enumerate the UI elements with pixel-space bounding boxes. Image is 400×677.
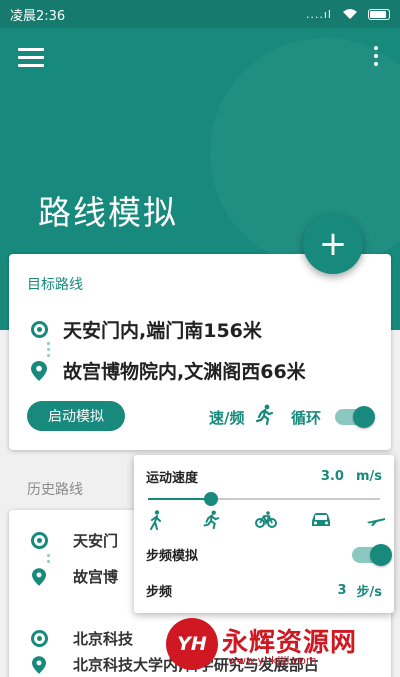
- status-time: 凌晨2:36: [10, 8, 66, 24]
- more-options-icon[interactable]: [370, 46, 382, 70]
- speed-slider[interactable]: [148, 492, 380, 506]
- running-man-icon[interactable]: [253, 404, 275, 426]
- location-pin-icon: [32, 655, 46, 674]
- loop-label: 循环: [291, 409, 322, 427]
- steps-value: 3: [337, 583, 347, 598]
- speed-settings-popup: 运动速度 3.0 m/s 步频模拟 步频 3 步/s: [134, 455, 394, 613]
- slider-fill: [148, 498, 211, 500]
- start-simulation-button[interactable]: 启动模拟: [27, 401, 125, 431]
- step-frequency-toggle[interactable]: [352, 544, 392, 566]
- location-pin-icon: [31, 360, 47, 381]
- run-icon[interactable]: [199, 509, 223, 531]
- status-bar: 凌晨2:36 ....ıl: [0, 0, 400, 28]
- slider-knob[interactable]: [203, 492, 218, 506]
- route-start-text: 天安门内,端门南156米: [63, 320, 262, 342]
- add-route-button[interactable]: +: [303, 214, 363, 274]
- watermark-logo: YH: [166, 618, 218, 670]
- wifi-icon: [343, 9, 357, 19]
- target-route-label: 目标路线: [27, 277, 83, 293]
- history-start-text: 北京科技: [73, 630, 134, 648]
- start-point-icon: [30, 321, 48, 338]
- page-title: 路线模拟: [38, 193, 178, 232]
- bike-icon[interactable]: [254, 509, 278, 531]
- start-point-icon: [30, 630, 48, 647]
- signal-icon: ....ıl: [305, 7, 332, 21]
- car-icon[interactable]: [309, 509, 333, 531]
- steps-row: 步频 3 步/s: [146, 581, 382, 600]
- watermark-url: www.yhkjljl.com: [228, 654, 317, 667]
- battery-icon: [368, 8, 390, 20]
- menu-icon[interactable]: [18, 48, 44, 68]
- speed-unit: m/s: [355, 469, 382, 484]
- target-route-card: 目标路线 天安门内,端门南156米 故宫博物院内,文渊阁西66米 启动模拟 速/…: [9, 254, 391, 450]
- start-point-icon: [30, 532, 48, 549]
- transport-mode-icons: [144, 509, 388, 531]
- history-item-start[interactable]: 北京科技: [29, 628, 133, 649]
- loop-toggle[interactable]: [335, 406, 375, 428]
- history-item-start[interactable]: 天安门: [29, 530, 118, 551]
- history-item-end[interactable]: 故宫博: [29, 566, 118, 587]
- plane-icon[interactable]: [364, 509, 388, 531]
- speed-label: 运动速度: [146, 471, 199, 486]
- history-label: 历史路线: [27, 482, 83, 498]
- step-frequency-row: 步频模拟: [146, 545, 382, 564]
- speed-row: 运动速度 3.0 m/s: [146, 467, 382, 486]
- history-start-text: 天安门: [73, 532, 119, 550]
- status-icons: ....ıl: [306, 8, 390, 21]
- speed-value: 3.0: [320, 469, 344, 484]
- route-start-row[interactable]: 天安门内,端门南156米: [29, 316, 262, 343]
- walk-icon[interactable]: [144, 509, 168, 531]
- route-end-row[interactable]: 故宫博物院内,文渊阁西66米: [29, 357, 306, 384]
- step-frequency-label: 步频模拟: [146, 549, 199, 564]
- location-pin-icon: [32, 567, 46, 586]
- steps-label: 步频: [146, 585, 173, 600]
- speed-frequency-label[interactable]: 速/频: [209, 407, 244, 428]
- watermark: YH 永辉资源网 www.yhkjljl.com: [158, 612, 398, 674]
- steps-unit: 步/s: [356, 585, 383, 600]
- history-end-text: 故宫博: [73, 568, 119, 586]
- route-connector: [47, 554, 51, 566]
- route-end-text: 故宫博物院内,文渊阁西66米: [63, 361, 306, 383]
